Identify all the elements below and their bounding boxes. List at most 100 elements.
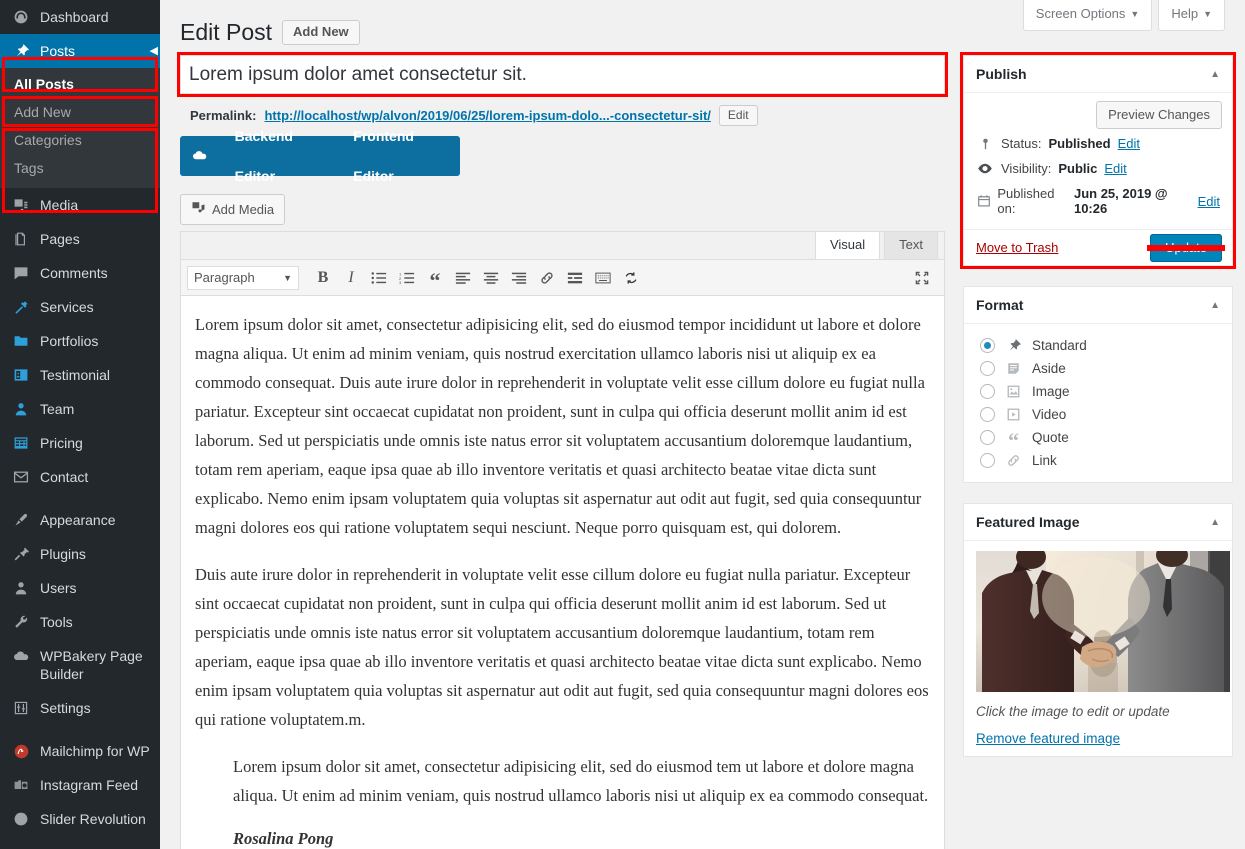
update-button[interactable]: Update xyxy=(1150,233,1222,262)
chevron-down-icon: ▼ xyxy=(1203,9,1212,19)
backend-editor-tab[interactable]: Backend Editor xyxy=(221,116,340,196)
content-blockquote: Lorem ipsum dolor sit amet, consectetur … xyxy=(233,752,930,810)
screen-options-label: Screen Options xyxy=(1035,6,1126,21)
sidebar-item-pages[interactable]: Pages xyxy=(0,222,160,256)
admin-sidebar: Dashboard Posts ◀ All Posts Add New Cate… xyxy=(0,0,160,849)
sidebar-item-services[interactable]: Services xyxy=(0,290,160,324)
format-panel: Format ▲ Standard Aside Image Video “ Qu… xyxy=(963,286,1233,483)
visibility-edit-link[interactable]: Edit xyxy=(1104,161,1126,176)
remove-featured-image-link[interactable]: Remove featured image xyxy=(976,731,1220,746)
undo-redo-icon[interactable] xyxy=(617,265,645,291)
post-title-input[interactable] xyxy=(177,52,948,97)
sidebar-item-plugins[interactable]: Plugins xyxy=(0,537,160,571)
sidebar-item-slider-revolution[interactable]: Slider Revolution xyxy=(0,802,160,836)
toolbar-toggle-icon[interactable] xyxy=(589,265,617,291)
sidebar-item-wpbakery-page-builder[interactable]: WPBakery Page Builder xyxy=(0,639,160,691)
sidebar-item-all-posts[interactable]: All Posts xyxy=(0,70,160,98)
radio-standard[interactable] xyxy=(980,338,995,353)
radio-video[interactable] xyxy=(980,407,995,422)
status-edit-link[interactable]: Edit xyxy=(1118,136,1140,151)
sidebar-item-settings[interactable]: Settings xyxy=(0,691,160,725)
sidebar-item-portfolios[interactable]: Portfolios xyxy=(0,324,160,358)
sidebar-item-label: Team xyxy=(40,401,75,417)
numbered-list-icon[interactable]: 123 xyxy=(393,265,421,291)
editor-toolbar: Paragraph ▼ B I 123 “ xyxy=(181,260,944,296)
chevron-up-icon[interactable]: ▲ xyxy=(1210,517,1220,528)
sidebar-item-mailchimp-for-wp[interactable]: Mailchimp for WP xyxy=(0,734,160,768)
format-option-video[interactable]: Video xyxy=(976,403,1220,426)
sidebar-item-posts[interactable]: Posts ◀ xyxy=(0,34,160,68)
sidebar-item-tools[interactable]: Tools xyxy=(0,605,160,639)
slider-revolution-icon xyxy=(10,811,32,827)
sidebar-item-media[interactable]: Media xyxy=(0,188,160,222)
blockquote-icon[interactable]: “ xyxy=(421,265,449,291)
read-more-icon[interactable] xyxy=(561,265,589,291)
radio-quote[interactable] xyxy=(980,430,995,445)
sidebar-item-dashboard[interactable]: Dashboard xyxy=(0,0,160,34)
sidebar-item-categories[interactable]: Categories xyxy=(0,126,160,154)
radio-aside[interactable] xyxy=(980,361,995,376)
quote-icon: “ xyxy=(1008,427,1019,453)
sidebar-item-users[interactable]: Users xyxy=(0,571,160,605)
sidebar-item-comments[interactable]: Comments xyxy=(0,256,160,290)
link-icon[interactable] xyxy=(533,265,561,291)
sidebar-item-add-new[interactable]: Add New xyxy=(0,98,160,126)
tab-text[interactable]: Text xyxy=(884,231,938,259)
radio-link[interactable] xyxy=(980,453,995,468)
align-center-icon[interactable] xyxy=(477,265,505,291)
format-option-image[interactable]: Image xyxy=(976,380,1220,403)
sidebar-item-label: Instagram Feed xyxy=(40,777,139,793)
handshake-photo xyxy=(976,551,1230,692)
sidebar-item-instagram-feed[interactable]: Instagram Feed xyxy=(0,768,160,802)
sidebar-item-tags[interactable]: Tags xyxy=(0,154,160,182)
italic-icon[interactable]: I xyxy=(337,265,365,291)
tab-visual[interactable]: Visual xyxy=(814,231,881,259)
format-select-value: Paragraph xyxy=(194,270,255,285)
format-panel-title: Format xyxy=(976,297,1024,313)
sidebar-item-contact[interactable]: Contact xyxy=(0,460,160,494)
format-option-standard[interactable]: Standard xyxy=(976,334,1220,357)
format-option-link[interactable]: Link xyxy=(976,449,1220,472)
chevron-down-icon: ▼ xyxy=(283,272,292,283)
editor-content-area[interactable]: Lorem ipsum dolor sit amet, consectetur … xyxy=(181,296,944,849)
sidebar-item-pricing[interactable]: Pricing xyxy=(0,426,160,460)
editor-tabs: Visual Text xyxy=(181,231,944,260)
bold-icon[interactable]: B xyxy=(309,265,337,291)
format-option-aside[interactable]: Aside xyxy=(976,357,1220,380)
id-card-icon xyxy=(10,367,32,383)
publish-panel-header: Publish ▲ xyxy=(964,56,1232,93)
chevron-up-icon[interactable]: ▲ xyxy=(1210,69,1220,80)
sidebar-item-team[interactable]: Team xyxy=(0,392,160,426)
paragraph-format-select[interactable]: Paragraph ▼ xyxy=(187,265,299,290)
radio-image[interactable] xyxy=(980,384,995,399)
format-option-quote[interactable]: “ Quote xyxy=(976,426,1220,453)
status-row: Status: Published Edit xyxy=(964,131,1232,156)
aside-icon xyxy=(1004,361,1023,376)
preview-changes-button[interactable]: Preview Changes xyxy=(1096,101,1222,129)
frontend-editor-tab[interactable]: Frontend Editor xyxy=(339,116,460,196)
title-wrap xyxy=(177,52,948,97)
bulleted-list-icon[interactable] xyxy=(365,265,393,291)
visibility-label: Visibility: xyxy=(1001,161,1052,176)
sidebar-item-testimonial[interactable]: Testimonial xyxy=(0,358,160,392)
sidebar-item-appearance[interactable]: Appearance xyxy=(0,503,160,537)
edit-permalink-button[interactable]: Edit xyxy=(718,105,758,126)
featured-image-thumbnail[interactable] xyxy=(976,551,1230,692)
screen-options-button[interactable]: Screen Options ▼ xyxy=(1022,0,1153,31)
sidebar-item-label: Users xyxy=(40,580,77,596)
content-paragraph-2: Duis aute irure dolor in reprehenderit i… xyxy=(195,565,929,729)
main-content: Screen Options ▼ Help ▼ Edit Post Add New … xyxy=(160,0,1245,849)
wpbakery-icon xyxy=(180,148,221,164)
published-edit-link[interactable]: Edit xyxy=(1198,194,1220,209)
add-new-button[interactable]: Add New xyxy=(282,20,360,45)
format-panel-header: Format ▲ xyxy=(964,287,1232,324)
sidebar-item-label: Slider Revolution xyxy=(40,811,146,827)
help-button[interactable]: Help ▼ xyxy=(1158,0,1225,31)
format-label: Image xyxy=(1032,384,1070,399)
align-right-icon[interactable] xyxy=(505,265,533,291)
align-left-icon[interactable] xyxy=(449,265,477,291)
move-to-trash-link[interactable]: Move to Trash xyxy=(976,240,1058,255)
add-media-button[interactable]: Add Media xyxy=(180,194,286,225)
distraction-free-icon[interactable] xyxy=(908,265,936,291)
chevron-up-icon[interactable]: ▲ xyxy=(1210,300,1220,311)
